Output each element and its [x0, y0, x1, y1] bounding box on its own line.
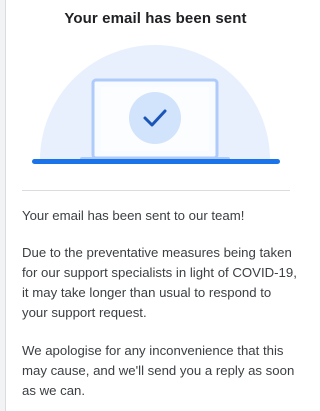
apology-message: We apologise for any inconvenience that … [22, 343, 295, 398]
ground-line [32, 159, 280, 164]
checkmark-icon [129, 92, 181, 144]
dialog-title: Your email has been sent [64, 10, 247, 27]
covid-notice-message: Due to the preventative measures being t… [22, 245, 297, 320]
confirmation-message: Your email has been sent to our team! [22, 208, 245, 223]
email-sent-illustration [32, 45, 280, 164]
divider [22, 190, 290, 191]
